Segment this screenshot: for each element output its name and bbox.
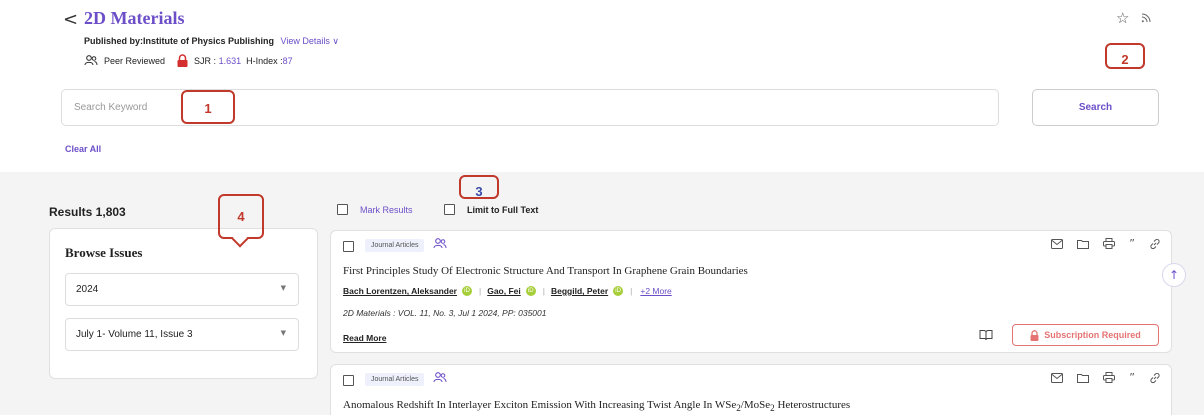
link-icon[interactable] <box>1149 238 1161 250</box>
dropdown-arrow-icon: ▼ <box>280 329 286 337</box>
chevron-down-icon: ∨ <box>332 36 340 46</box>
author-link[interactable]: Bach Lorentzen, Aleksander <box>343 286 457 296</box>
link-icon[interactable] <box>1149 372 1161 384</box>
article-type-tag: Journal Articles <box>365 373 425 386</box>
email-icon[interactable] <box>1051 238 1064 249</box>
author-separator: | <box>479 286 482 296</box>
h-index-value: 87 <box>282 55 293 66</box>
article-card: Journal Articles ” First Principles Stud… <box>330 230 1172 353</box>
mark-results-toggle[interactable]: Mark Results <box>337 204 413 215</box>
limit-full-text-label: Limit to Full Text <box>467 204 539 215</box>
article-checkbox[interactable] <box>343 375 354 386</box>
annotation-4: 4 <box>218 194 264 239</box>
rss-icon[interactable] <box>1141 13 1151 23</box>
peer-reviewed-icon <box>84 55 98 66</box>
star-icon[interactable]: ☆ <box>1116 9 1129 27</box>
year-select-value: 2024 <box>76 284 99 295</box>
annotation-1: 1 <box>181 90 235 124</box>
folder-icon[interactable] <box>1077 373 1090 383</box>
year-select[interactable]: 2024 ▼ <box>65 273 299 306</box>
article-actions: ” <box>1051 237 1161 250</box>
author-link[interactable]: Beggild, Peter <box>551 286 608 296</box>
annotation-2: 2 <box>1105 43 1145 69</box>
orcid-icon[interactable]: iD <box>613 286 624 296</box>
peer-reviewed-icon <box>433 372 447 383</box>
article-type-tag: Journal Articles <box>365 239 425 252</box>
issue-select-value: July 1- Volume 11, Issue 3 <box>76 329 193 340</box>
orcid-icon[interactable]: iD <box>525 286 536 296</box>
cite-icon[interactable]: ” <box>1129 237 1135 250</box>
more-authors-link[interactable]: +2 More <box>640 286 671 296</box>
orcid-icon[interactable]: iD <box>462 286 472 296</box>
print-icon[interactable] <box>1103 238 1116 249</box>
article-actions: ” <box>1051 371 1161 384</box>
article-checkbox[interactable] <box>343 241 354 252</box>
sjr-label: SJR : <box>194 55 217 66</box>
article-citation: 2D Materials : VOL. 11, No. 3, Jul 1 202… <box>343 308 547 318</box>
lock-icon <box>177 54 188 67</box>
browse-issues-title: Browse Issues <box>65 245 143 260</box>
print-icon[interactable] <box>1103 372 1116 383</box>
journal-header: < 2D Materials Published by:Institute of… <box>0 0 1204 172</box>
email-icon[interactable] <box>1051 372 1064 383</box>
publisher-label: Published by:Institute of Physics Publis… <box>84 36 275 46</box>
article-card: Journal Articles ” Anomalous Redshift In… <box>330 364 1172 415</box>
results-count: Results 1,803 <box>49 205 126 219</box>
folder-icon[interactable] <box>1077 239 1090 249</box>
view-details-link[interactable]: View Details ∨ <box>281 36 339 46</box>
limit-full-text-toggle[interactable]: Limit to Full Text <box>444 204 538 215</box>
author-separator: | <box>542 286 545 296</box>
article-title[interactable]: First Principles Study Of Electronic Str… <box>343 265 748 277</box>
author-link[interactable]: Gao, Fei <box>487 286 521 296</box>
annotation-3: 3 <box>459 175 499 199</box>
cite-icon[interactable]: ” <box>1129 371 1135 384</box>
mark-results-label: Mark Results <box>360 204 413 215</box>
journal-metrics: Peer Reviewed SJR : 1.631 H-Index :87 <box>84 54 293 67</box>
peer-reviewed-icon <box>433 238 447 249</box>
mark-results-checkbox[interactable] <box>337 204 348 215</box>
peer-reviewed-label: Peer Reviewed <box>104 55 166 66</box>
author-separator: | <box>630 286 633 296</box>
sjr-value: 1.631 <box>218 55 242 66</box>
lock-icon <box>1030 329 1039 341</box>
limit-full-text-checkbox[interactable] <box>444 204 455 215</box>
h-index-label: H-Index : <box>246 55 283 66</box>
subscription-required-badge[interactable]: Subscription Required <box>1012 324 1159 346</box>
read-more-link[interactable]: Read More <box>343 333 386 343</box>
clear-all-link[interactable]: Clear All <box>65 144 101 154</box>
article-authors: Bach Lorentzen, Aleksander iD | Gao, Fei iD… <box>343 286 672 296</box>
subscription-required-label: Subscription Required <box>1044 330 1141 340</box>
back-button[interactable]: < <box>63 9 78 30</box>
issue-select[interactable]: July 1- Volume 11, Issue 3 ▼ <box>65 318 299 351</box>
search-button[interactable]: Search <box>1032 89 1159 126</box>
book-icon[interactable] <box>979 329 993 341</box>
journal-title: 2D Materials <box>84 8 185 28</box>
publisher-line: Published by:Institute of Physics Publis… <box>84 36 339 47</box>
dropdown-arrow-icon: ▼ <box>280 284 286 292</box>
article-title[interactable]: Anomalous Redshift In Interlayer Exciton… <box>343 399 850 413</box>
scroll-to-top-button[interactable]: ↑ <box>1162 263 1186 287</box>
